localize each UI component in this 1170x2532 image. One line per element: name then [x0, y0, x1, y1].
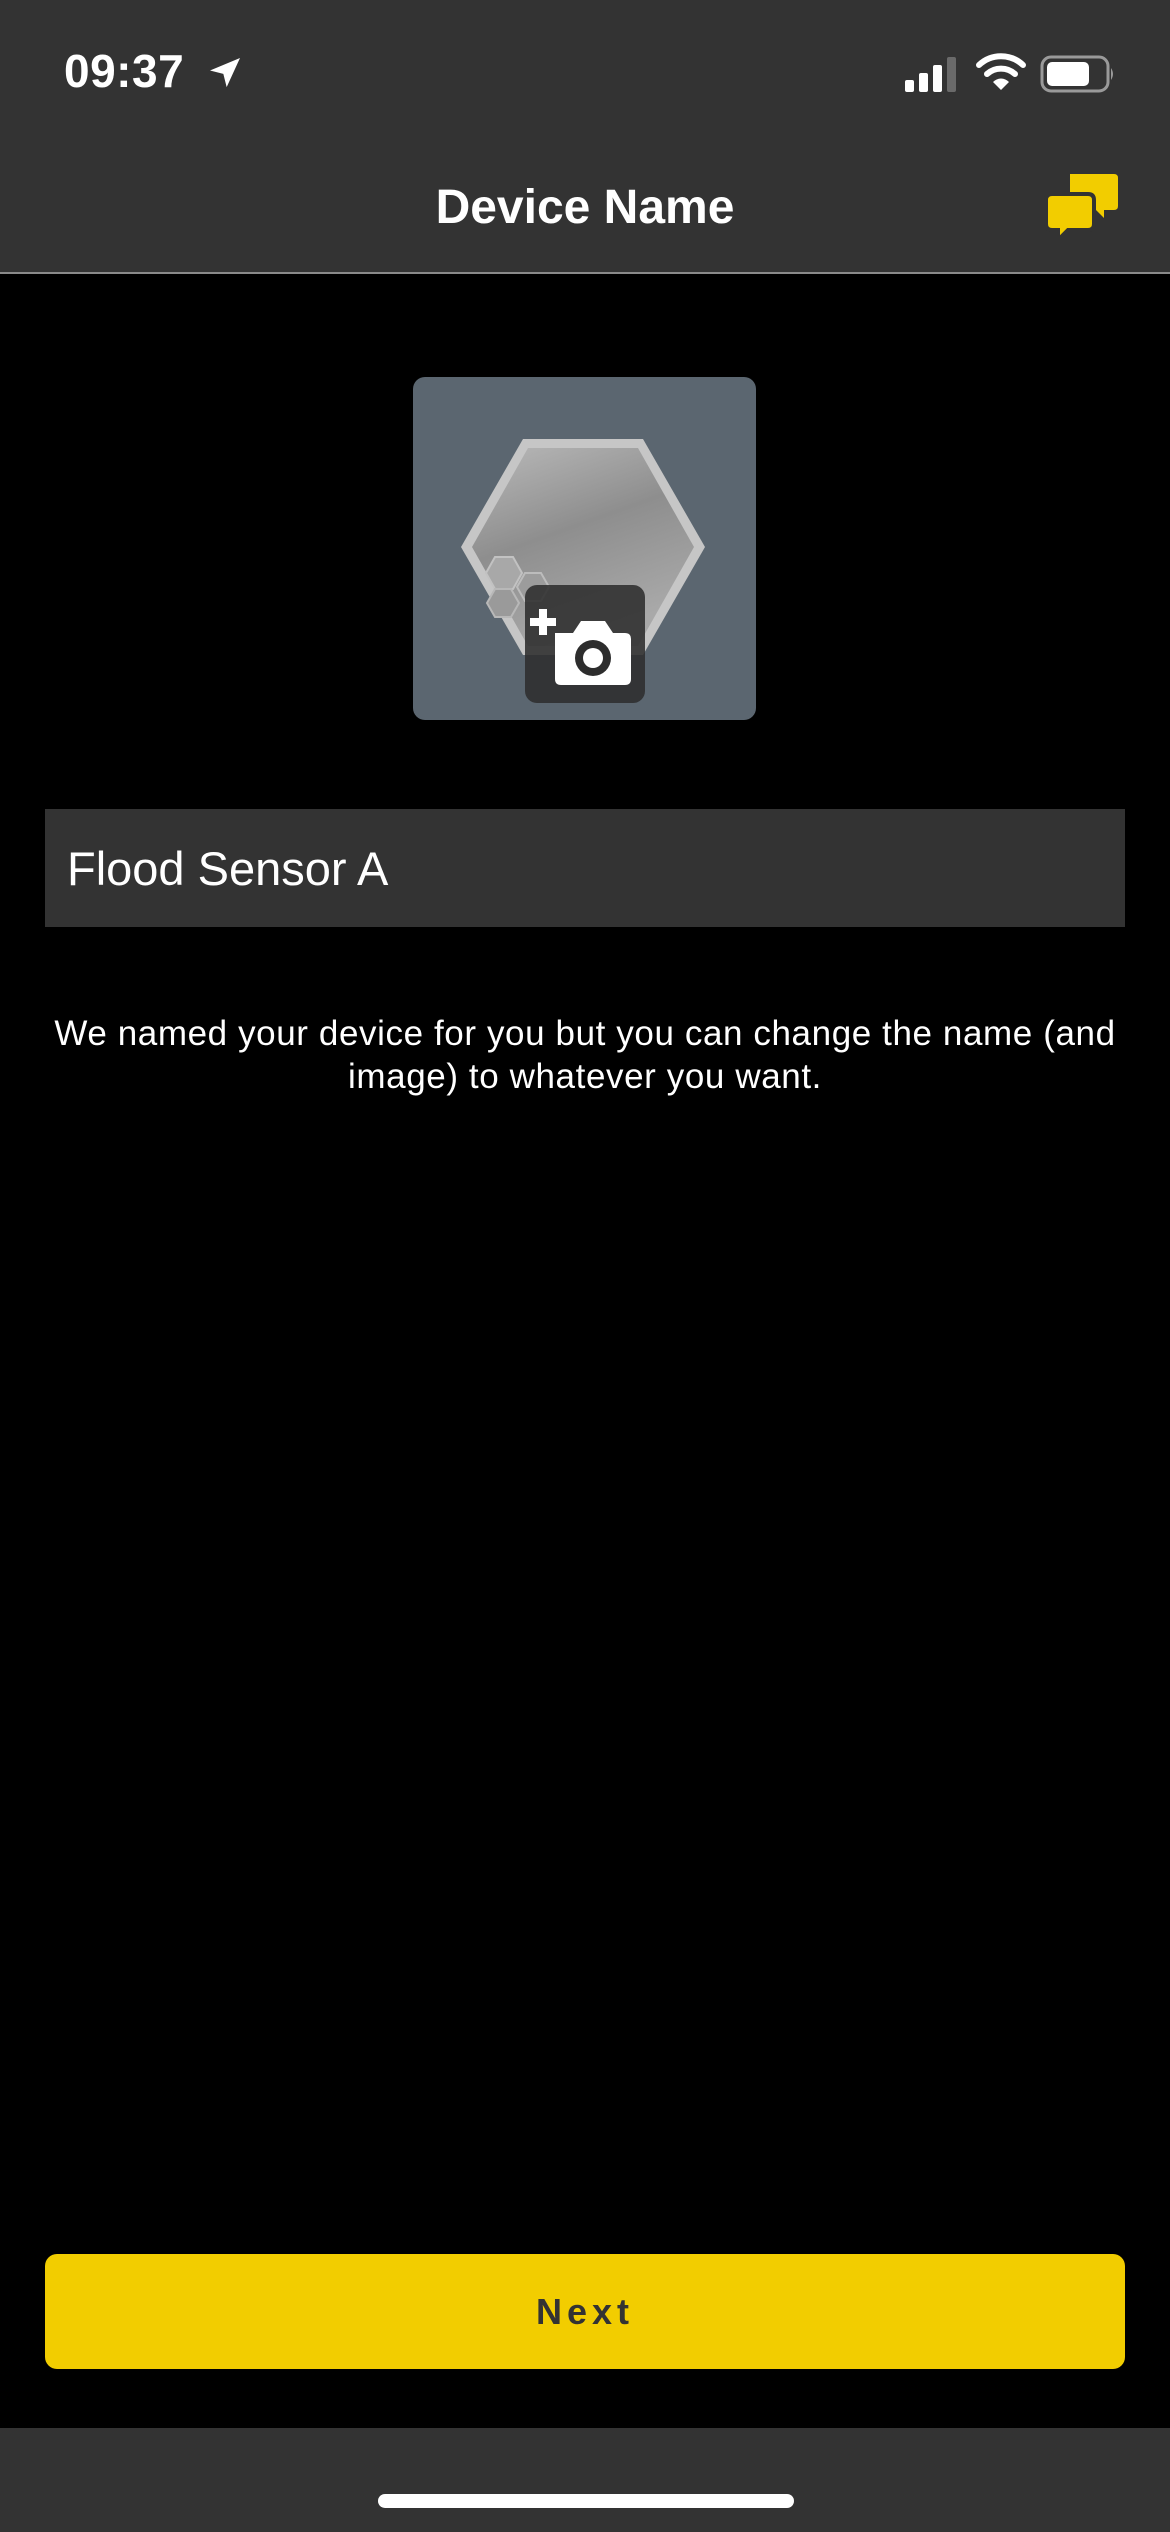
- next-button[interactable]: Next: [45, 2254, 1125, 2369]
- nav-bar: Device Name: [0, 150, 1170, 274]
- change-photo-button[interactable]: [525, 585, 645, 703]
- status-time: 09:37: [64, 45, 185, 97]
- battery-icon: [1040, 55, 1113, 93]
- home-indicator[interactable]: [378, 2494, 794, 2508]
- location-arrow-icon: [210, 58, 240, 88]
- wifi-icon: [976, 53, 1026, 90]
- page-title: Device Name: [435, 181, 735, 234]
- device-image-button[interactable]: [413, 377, 756, 720]
- bottom-bar: [0, 2428, 1170, 2532]
- add-photo-camera-icon: [530, 609, 631, 685]
- chat-bubbles-icon[interactable]: [1044, 172, 1120, 242]
- status-bar: 09:37: [0, 0, 1170, 150]
- help-text: We named your device for you but you can…: [54, 1014, 1116, 1096]
- device-name-input[interactable]: Flood Sensor A: [45, 809, 1125, 927]
- cellular-signal-icon: [905, 57, 956, 92]
